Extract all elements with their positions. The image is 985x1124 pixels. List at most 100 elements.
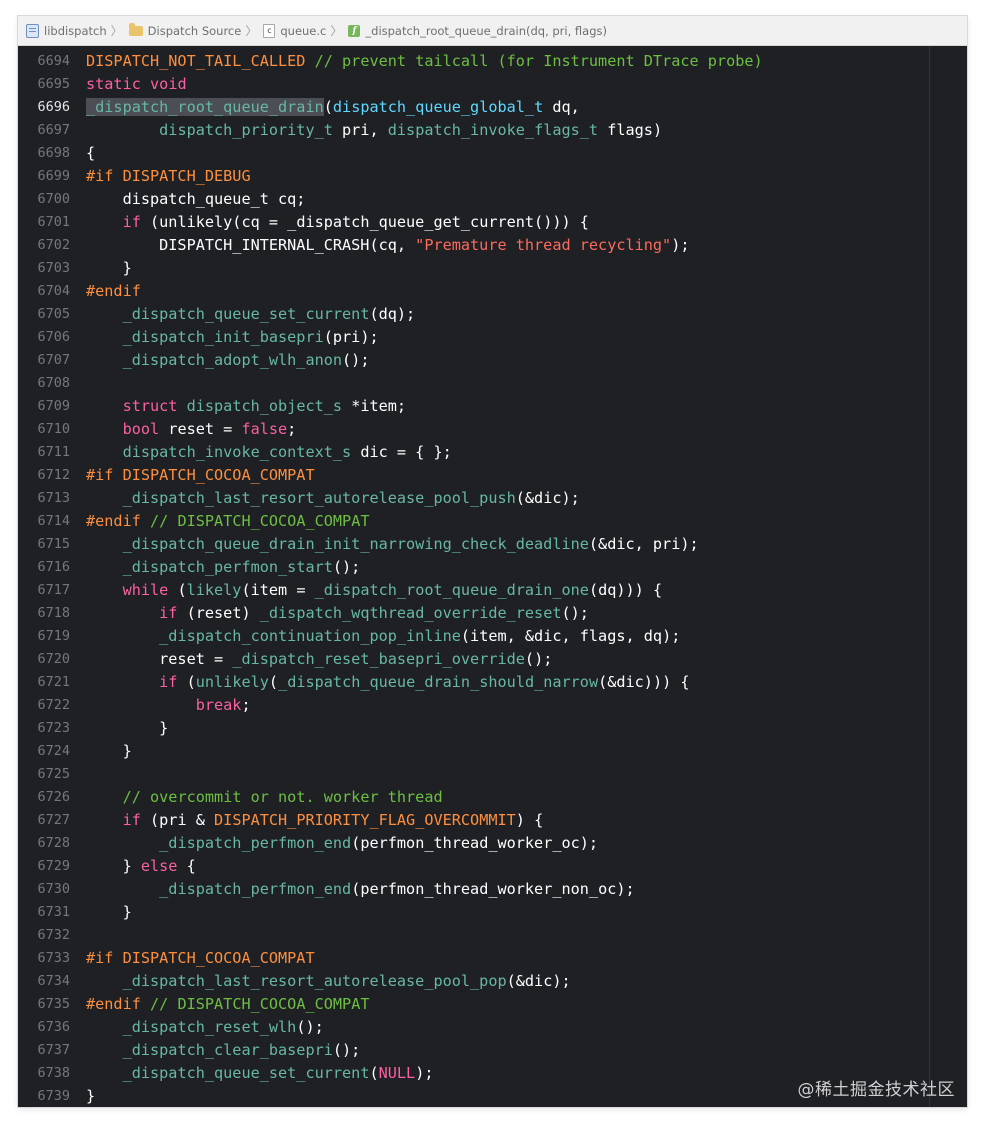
code-line[interactable]: 6723 } [18,717,763,740]
line-number[interactable]: 6711 [18,441,86,464]
code-area[interactable]: 6694 DISPATCH_NOT_TAIL_CALLED // prevent … [18,50,763,1107]
code-line[interactable]: 6726 // overcommit or not. worker thread [18,786,763,809]
line-number[interactable]: 6735 [18,993,86,1016]
code-line[interactable]: 6737 _dispatch_clear_basepri(); [18,1039,763,1062]
code-text[interactable]: bool reset = false; [86,418,297,441]
code-line[interactable]: 6700 dispatch_queue_t cq; [18,188,763,211]
code-line[interactable]: 6695 static void [18,73,763,96]
line-number[interactable]: 6703 [18,257,86,280]
code-text[interactable]: } [86,740,132,763]
code-line[interactable]: 6719 _dispatch_continuation_pop_inline(i… [18,625,763,648]
code-line[interactable]: 6734 _dispatch_last_resort_autorelease_p… [18,970,763,993]
code-line[interactable]: 6722 break; [18,694,763,717]
breadcrumb-function[interactable]: f _dispatch_root_queue_drain(dq, pri, fl… [348,24,607,38]
code-text[interactable]: #endif [86,280,141,303]
code-text[interactable]: _dispatch_perfmon_end(perfmon_thread_wor… [86,878,634,901]
code-line[interactable]: 6714 #endif // DISPATCH_COCOA_COMPAT [18,510,763,533]
code-text[interactable]: _dispatch_queue_drain_init_narrowing_che… [86,533,699,556]
code-text[interactable]: if (reset) _dispatch_wqthread_override_r… [86,602,589,625]
code-text[interactable]: _dispatch_queue_set_current(NULL); [86,1062,434,1085]
code-line[interactable]: 6697 dispatch_priority_t pri, dispatch_i… [18,119,763,142]
line-number[interactable]: 6724 [18,740,86,763]
code-line[interactable]: 6698{ [18,142,763,165]
code-text[interactable]: _dispatch_root_queue_drain(dispatch_queu… [86,96,580,119]
line-number[interactable]: 6705 [18,303,86,326]
code-text[interactable]: #if DISPATCH_COCOA_COMPAT [86,464,315,487]
code-text[interactable]: struct dispatch_object_s *item; [86,395,407,418]
code-line[interactable]: 6717 while (likely(item = _dispatch_root… [18,579,763,602]
code-line[interactable]: 6701 if (unlikely(cq = _dispatch_queue_g… [18,211,763,234]
code-line[interactable]: 6729 } else { [18,855,763,878]
code-text[interactable]: // overcommit or not. worker thread [86,786,443,809]
code-text[interactable]: if (pri & DISPATCH_PRIORITY_FLAG_OVERCOM… [86,809,544,832]
line-number[interactable]: 6739 [18,1085,86,1107]
code-text[interactable]: { [86,142,95,165]
code-text[interactable]: break; [86,694,251,717]
code-text[interactable]: } [86,257,132,280]
code-text[interactable]: } [86,717,168,740]
line-number[interactable]: 6733 [18,947,86,970]
code-text[interactable]: while (likely(item = _dispatch_root_queu… [86,579,663,602]
code-line[interactable]: 6707 _dispatch_adopt_wlh_anon(); [18,349,763,372]
code-line[interactable]: 6702 DISPATCH_INTERNAL_CRASH(cq, "Premat… [18,234,763,257]
code-text[interactable]: if (unlikely(_dispatch_queue_drain_shoul… [86,671,689,694]
code-line[interactable]: 6733 #if DISPATCH_COCOA_COMPAT [18,947,763,970]
line-number[interactable]: 6723 [18,717,86,740]
line-number[interactable]: 6731 [18,901,86,924]
line-number[interactable]: 6720 [18,648,86,671]
line-number[interactable]: 6704 [18,280,86,303]
code-line[interactable]: 6724 } [18,740,763,763]
code-line[interactable]: 6713 _dispatch_last_resort_autorelease_p… [18,487,763,510]
code-text[interactable]: _dispatch_perfmon_end(perfmon_thread_wor… [86,832,598,855]
code-text[interactable]: _dispatch_last_resort_autorelease_pool_p… [86,970,571,993]
line-number[interactable]: 6701 [18,211,86,234]
line-number[interactable]: 6729 [18,855,86,878]
line-number[interactable]: 6719 [18,625,86,648]
line-number[interactable]: 6734 [18,970,86,993]
line-number[interactable]: 6707 [18,349,86,372]
code-line[interactable]: 6706 _dispatch_init_basepri(pri); [18,326,763,349]
line-number[interactable]: 6699 [18,165,86,188]
code-line[interactable]: 6725 [18,763,763,786]
code-text[interactable]: _dispatch_continuation_pop_inline(item, … [86,625,680,648]
code-line[interactable]: 6721 if (unlikely(_dispatch_queue_drain_… [18,671,763,694]
code-text[interactable]: dispatch_queue_t cq; [86,188,306,211]
line-number[interactable]: 6715 [18,533,86,556]
line-number[interactable]: 6708 [18,372,86,395]
code-text[interactable]: #endif // DISPATCH_COCOA_COMPAT [86,993,369,1016]
line-number[interactable]: 6712 [18,464,86,487]
code-line[interactable]: 6731 } [18,901,763,924]
code-line[interactable]: 6730 _dispatch_perfmon_end(perfmon_threa… [18,878,763,901]
code-text[interactable]: reset = _dispatch_reset_basepri_override… [86,648,552,671]
line-number[interactable]: 6725 [18,763,86,786]
line-number[interactable]: 6736 [18,1016,86,1039]
line-number[interactable]: 6709 [18,395,86,418]
code-line[interactable]: 6738 _dispatch_queue_set_current(NULL); [18,1062,763,1085]
code-line[interactable]: 6727 if (pri & DISPATCH_PRIORITY_FLAG_OV… [18,809,763,832]
code-line[interactable]: 6716 _dispatch_perfmon_start(); [18,556,763,579]
code-text[interactable]: _dispatch_adopt_wlh_anon(); [86,349,370,372]
code-line[interactable]: 6704 #endif [18,280,763,303]
line-number[interactable]: 6717 [18,579,86,602]
code-text[interactable]: _dispatch_queue_set_current(dq); [86,303,416,326]
line-number[interactable]: 6716 [18,556,86,579]
line-number[interactable]: 6700 [18,188,86,211]
code-line[interactable]: 6732 [18,924,763,947]
code-text[interactable]: dispatch_invoke_context_s dic = { }; [86,441,452,464]
breadcrumb-project[interactable]: libdispatch [26,23,107,38]
code-text[interactable]: static void [86,73,187,96]
line-number[interactable]: 6698 [18,142,86,165]
line-number[interactable]: 6721 [18,671,86,694]
line-number[interactable]: 6737 [18,1039,86,1062]
line-number[interactable]: 6727 [18,809,86,832]
code-line[interactable]: 6699 #if DISPATCH_DEBUG [18,165,763,188]
code-text[interactable]: } [86,901,132,924]
code-text[interactable]: } [86,1085,95,1107]
line-number[interactable]: 6728 [18,832,86,855]
code-line[interactable]: 6694 DISPATCH_NOT_TAIL_CALLED // prevent … [18,50,762,73]
code-text[interactable]: _dispatch_last_resort_autorelease_pool_p… [86,487,580,510]
line-number[interactable]: 6710 [18,418,86,441]
code-line[interactable]: 6735 #endif // DISPATCH_COCOA_COMPAT [18,993,763,1016]
code-text[interactable]: } else { [86,855,196,878]
line-number[interactable]: 6738 [18,1062,86,1085]
